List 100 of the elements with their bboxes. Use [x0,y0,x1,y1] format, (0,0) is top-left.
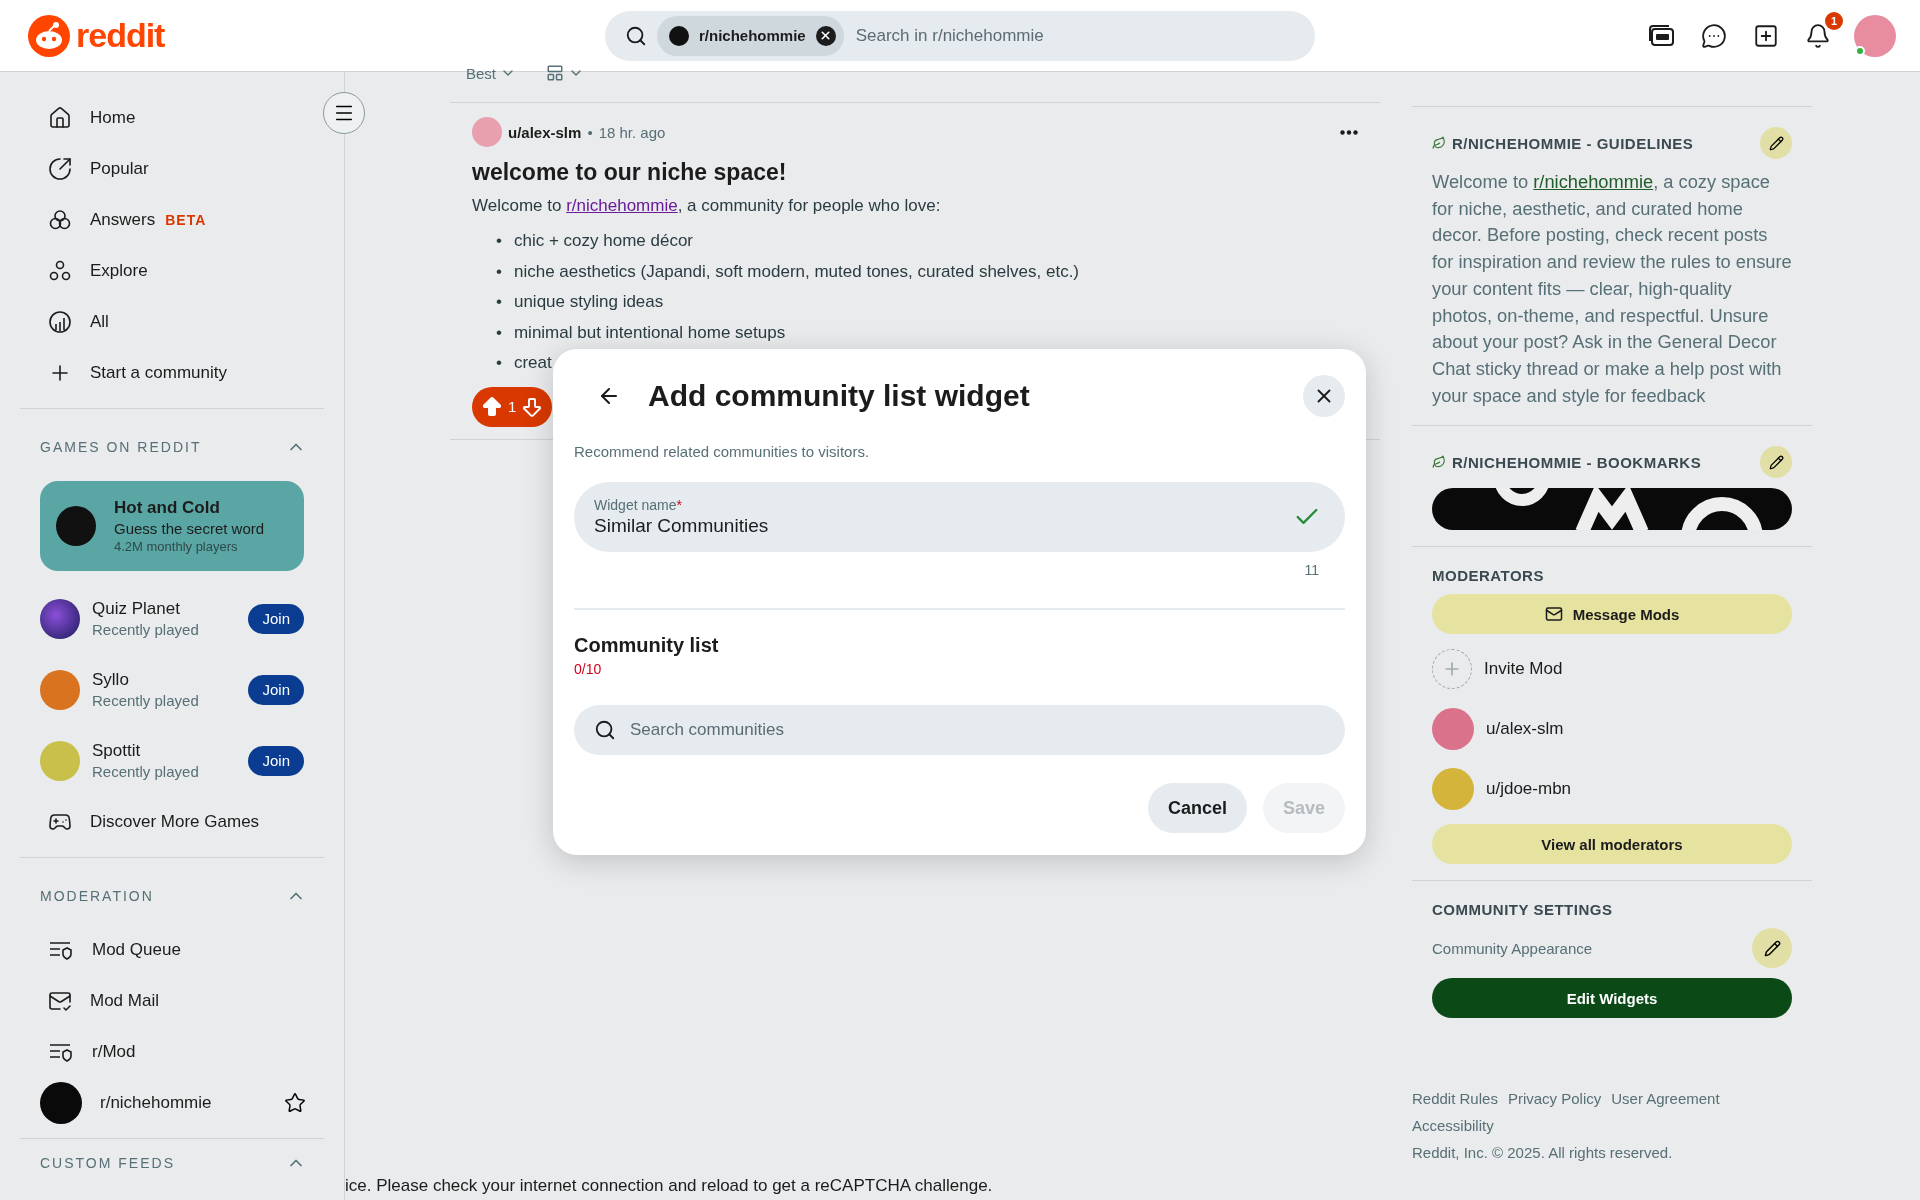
nav-item[interactable]: Start a community [20,347,324,398]
nav-item[interactable]: Answers BETA [20,194,324,245]
widget-name-field[interactable]: Widget name* Similar Communities [574,482,1345,552]
nav-item[interactable]: Popular [20,143,324,194]
post-time: 18 hr. ago [598,123,666,141]
section-header[interactable]: GAMES ON REDDIT [20,419,324,475]
bullet-marker: • [496,321,502,344]
footer-link[interactable]: Accessibility [1412,1117,1494,1135]
game-players: 4.2M monthly players [114,539,239,554]
character-count: 11 [1304,562,1319,578]
cancel-button[interactable]: Cancel [1147,783,1247,833]
list-item: creat [513,352,552,375]
widget-name-input[interactable]: Similar Communities [594,515,1094,537]
game-icon [56,506,96,546]
game-title: Hot and Cold [114,498,221,518]
featured-game-card[interactable]: Hot and Cold Guess the secret word 4.2M monthly players [40,481,304,571]
game-name[interactable]: Quiz Planet [92,599,199,619]
edit-button[interactable] [1752,928,1792,969]
search-icon [625,24,647,47]
moderator-name[interactable]: u/alex-slm [1486,719,1564,740]
upvote-icon [480,394,504,419]
bullet-marker: • [496,230,502,253]
invite-mod-link[interactable]: Invite Mod [1484,659,1563,680]
game-icon [40,598,80,639]
community-chip[interactable]: r/nichehommie [657,15,844,56]
star-icon [284,1091,306,1114]
list-item: unique styling ideas [513,291,664,314]
beta-label: BETA [165,211,207,228]
join-button[interactable]: Join [248,674,304,705]
moderator-name[interactable]: u/jdoe-mbn [1486,779,1572,800]
section-header[interactable]: MODERATION [20,868,324,924]
recaptcha-notice: ice. Please check your internet connection and reload to get a reCAPTCHA challenge. [345,1176,993,1196]
edit-button[interactable] [1760,127,1792,159]
close-button[interactable] [1303,375,1345,417]
nav-item[interactable]: r/Mod [20,1026,324,1077]
pencil-icon [1763,939,1781,957]
search-input[interactable]: Search in r/nichehommie [853,24,1305,47]
section-title: MODERATORS [1432,567,1545,585]
dialog-subtitle: Recommend related communities to visitors. [574,443,871,460]
three-circles-icon [48,258,72,283]
pencil-icon [1768,135,1784,151]
section-title: COMMUNITY SETTINGS [1432,901,1614,919]
join-button[interactable]: Join [248,603,304,634]
field-label: Widget name* [594,497,683,513]
nav-item[interactable]: Explore [20,245,324,296]
search-field[interactable]: r/nichehommie Search in r/nichehommie [605,10,1315,61]
more-options-button[interactable] [1340,129,1358,135]
nav-item[interactable]: Home [20,92,324,143]
list-item: chic + cozy home décor [513,230,693,253]
chat-icon [1701,22,1727,49]
join-button[interactable]: Join [248,745,304,776]
vote-count: 1 [508,398,517,415]
home-icon [48,105,72,130]
nav-item[interactable]: Mod Mail [20,975,324,1026]
nav-item[interactable]: All [20,296,324,347]
sort-dropdown[interactable]: Best [466,64,516,82]
community-link[interactable]: r/nichehommie [1533,171,1654,192]
view-all-moderators-button[interactable]: View all moderators [1432,824,1792,865]
list-item: niche aesthetics (Japandi, soft modern, muted tones, curated shelves, etc.) [513,260,1080,283]
widget-title: R/NICHEHOMMIE - BOOKMARKS [1432,453,1702,471]
community-avatar-icon [40,1081,82,1124]
game-name[interactable]: Syllo [92,670,199,690]
game-tagline: Guess the secret word [114,520,265,537]
ad-icon [1649,23,1675,48]
menu-toggle-button[interactable] [323,92,365,134]
bullet-marker: • [496,260,502,283]
arrow-circle-icon [48,156,72,181]
more-icon [1340,129,1358,135]
footer-link[interactable]: Reddit Rules [1412,1090,1498,1108]
reddit-logo-icon [28,14,70,57]
edit-widgets-button[interactable]: Edit Widgets [1432,978,1792,1019]
community-search-field[interactable]: Search communities [574,705,1345,755]
favorite-button[interactable] [284,1091,306,1114]
upvote-button[interactable] [480,394,504,419]
nav-item[interactable]: r/nichehommie [20,1077,324,1128]
overlapping-circles-icon [48,207,72,232]
pencil-icon [1768,454,1784,470]
message-mods-button[interactable]: Message Mods [1432,594,1792,635]
footer-link[interactable]: Privacy Policy [1507,1090,1602,1108]
post-author[interactable]: u/alex-slm [508,123,582,141]
nav-item[interactable]: Mod Queue [20,924,324,975]
search-icon [594,719,616,741]
community-search-input[interactable]: Search communities [628,719,1325,741]
edit-button[interactable] [1760,446,1792,479]
widget-title: R/NICHEHOMMIE - GUIDELINES [1432,134,1694,152]
game-icon [40,740,80,781]
leaf-icon [1432,136,1446,150]
notification-count: 1 [1825,11,1843,30]
section-header[interactable]: CUSTOM FEEDS [20,1149,324,1177]
leaf-icon [1432,455,1446,470]
game-name[interactable]: Spottit [92,741,199,761]
author-avatar [472,117,502,147]
clear-chip-button[interactable] [815,25,836,46]
nav-item[interactable]: Discover More Games [20,796,324,847]
footer-link[interactable]: User Agreement [1611,1090,1720,1108]
chart-circle-icon [48,309,72,334]
mail-icon [1544,605,1563,624]
bell-icon [1805,22,1831,49]
setting-label: Community Appearance [1432,939,1593,957]
community-link[interactable]: r/nichehommie [566,196,678,215]
